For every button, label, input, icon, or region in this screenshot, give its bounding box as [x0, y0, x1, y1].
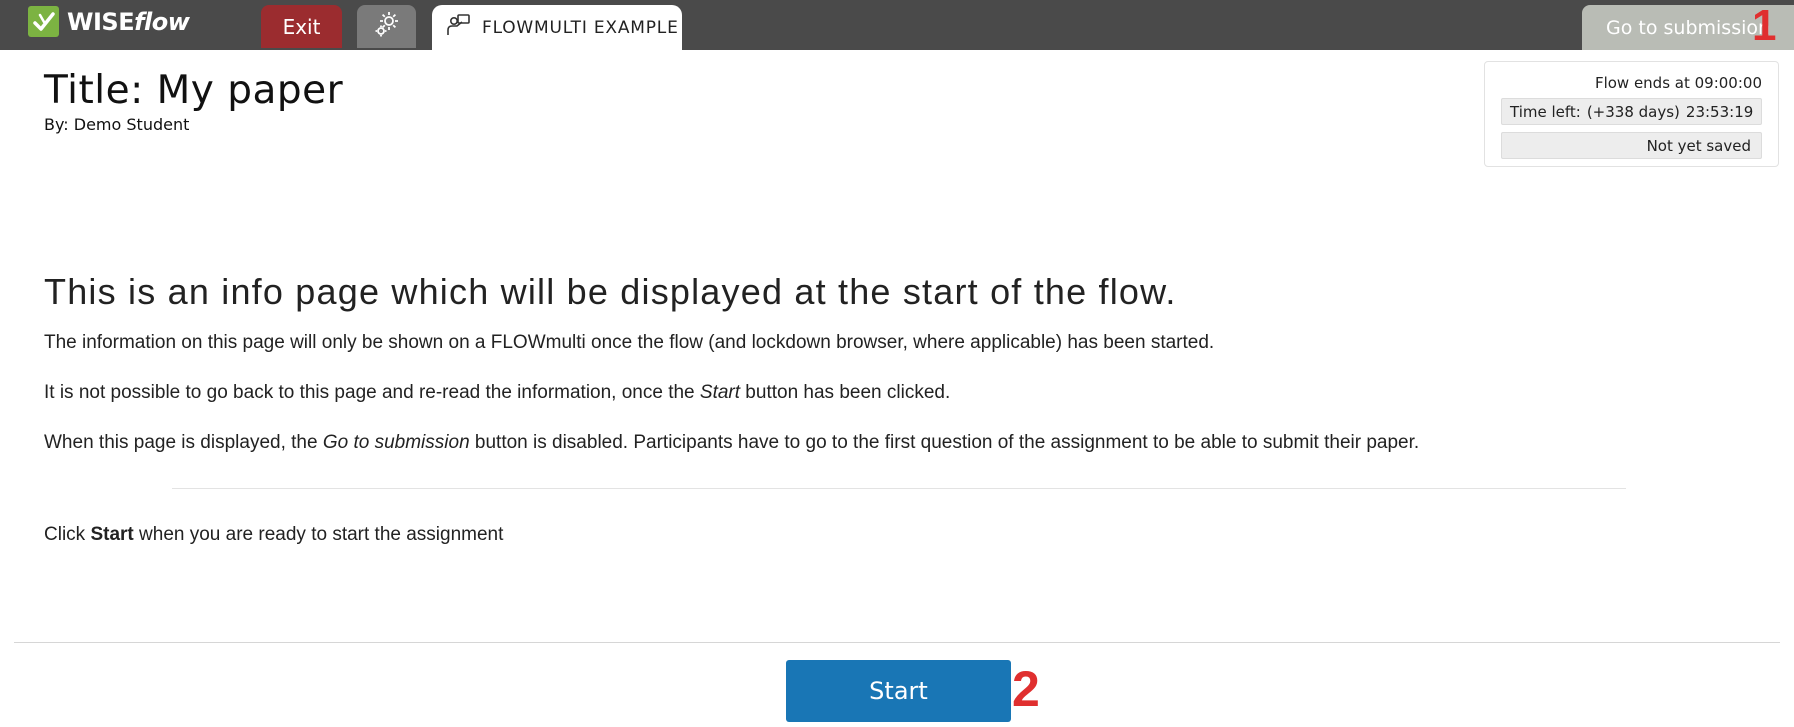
tab-flowmulti-example[interactable]: FLOWMULTI EXAMPLE — [432, 5, 682, 50]
start-button-label: Start — [869, 677, 928, 705]
settings-button[interactable] — [357, 5, 416, 48]
time-left-label: Time left: — [1510, 102, 1581, 121]
content-divider — [172, 488, 1626, 489]
info-heading: This is an info page which will be displ… — [44, 271, 1177, 312]
flow-status-panel: Flow ends at 09:00:00 Time left: (+338 d… — [1484, 61, 1779, 167]
exit-button[interactable]: Exit — [261, 5, 342, 48]
annotation-marker-1: 1 — [1752, 1, 1777, 50]
paper-author: By: Demo Student — [44, 115, 190, 134]
flow-end-time: Flow ends at 09:00:00 — [1594, 74, 1762, 92]
tab-label: FLOWMULTI EXAMPLE — [482, 17, 679, 38]
time-left-clock: 23:53:19 — [1685, 102, 1754, 121]
info-paragraph-1: The information on this page will only b… — [44, 332, 1215, 353]
info-paragraph-2: It is not possible to go back to this pa… — [44, 382, 951, 403]
start-instruction: Click Start when you are ready to start … — [44, 524, 504, 545]
annotation-marker-2: 2 — [1012, 661, 1040, 717]
start-reference: Start — [699, 382, 741, 403]
start-button[interactable]: Start — [786, 660, 1011, 722]
exit-label: Exit — [282, 14, 321, 39]
save-status-text: Not yet saved — [1646, 136, 1751, 155]
presenter-icon — [446, 12, 472, 43]
start-emphasis: Start — [90, 524, 134, 545]
gear-icon — [372, 9, 402, 44]
logo-check-icon — [28, 6, 59, 37]
time-left-days: (+338 days) — [1586, 102, 1680, 121]
go-to-submission-label: Go to submission — [1606, 16, 1771, 39]
wiseflow-logo: WISEflow — [28, 6, 190, 37]
go-to-submission-reference: Go to submission — [322, 432, 470, 453]
save-status-badge: Not yet saved — [1501, 132, 1762, 159]
time-left-indicator: Time left: (+338 days) 23:53:19 — [1501, 98, 1762, 125]
logo-text: WISEflow — [67, 7, 190, 36]
top-bar: WISEflow Exit FLOWMULTI EXAMPLE Go to su… — [0, 0, 1794, 50]
footer-divider — [14, 642, 1780, 643]
page-title: Title: My paper — [44, 68, 344, 113]
info-paragraph-3: When this page is displayed, the Go to s… — [44, 432, 1420, 453]
